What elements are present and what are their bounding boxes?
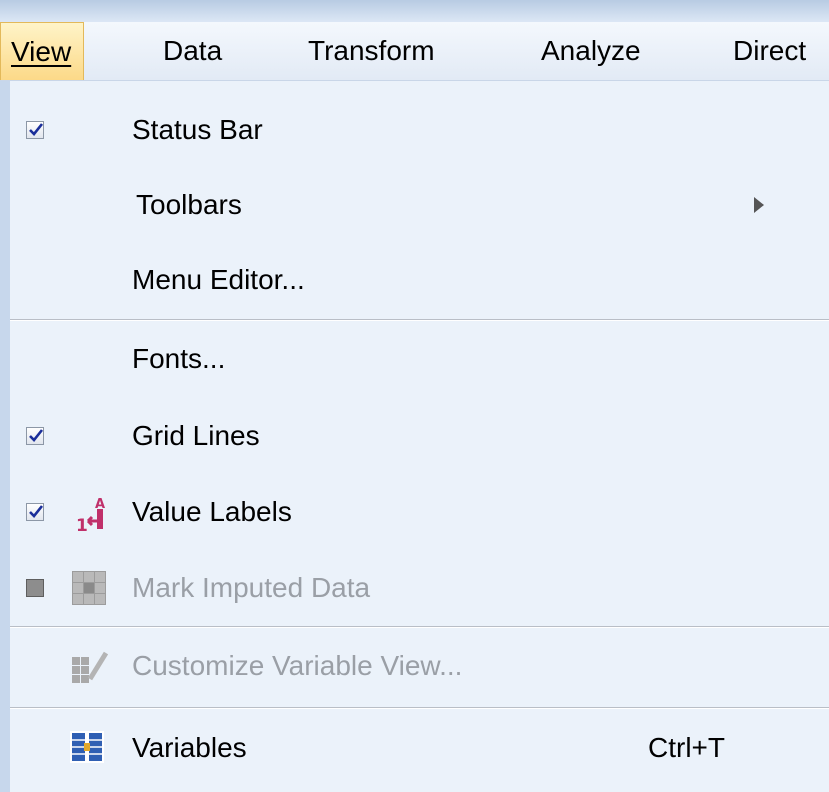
menu-separator [10, 707, 829, 709]
mark-imputed-checkbox [26, 579, 44, 597]
status-bar-checkbox [26, 121, 44, 139]
fonts-label: Fonts... [132, 343, 226, 374]
menu-view[interactable]: View [0, 22, 85, 80]
svg-text:A: A [95, 497, 105, 512]
menu-item-value-labels[interactable]: 1 A Value Labels [10, 477, 829, 547]
menu-item-customize-variable-view[interactable]: Customize Variable View... [10, 631, 829, 701]
menu-direct-label: Direct [733, 35, 807, 66]
menu-item-status-bar[interactable]: Status Bar [10, 95, 829, 165]
menu-data[interactable]: Data [163, 22, 222, 80]
variables-shortcut: Ctrl+T [648, 732, 725, 763]
menu-item-grid-lines[interactable]: Grid Lines [10, 401, 829, 471]
customize-variable-view-label: Customize Variable View... [132, 650, 463, 681]
menu-separator [10, 626, 829, 628]
value-labels-checkbox [26, 503, 44, 521]
menu-item-fonts[interactable]: Fonts... [10, 324, 829, 394]
menu-data-label: Data [163, 35, 223, 66]
submenu-arrow-icon [754, 197, 764, 213]
menu-item-mark-imputed-data[interactable]: Mark Imputed Data [10, 553, 829, 623]
toolbars-label: Toolbars [136, 189, 242, 220]
menu-editor-label: Menu Editor... [132, 264, 305, 295]
menu-bar: View Data Transform Analyze Direct [0, 22, 829, 81]
menu-separator [10, 319, 829, 321]
value-labels-icon: 1 A [76, 495, 110, 536]
grid-lines-checkbox [26, 427, 44, 445]
view-menu-dropdown: Status Bar Toolbars Menu Editor... Fonts… [0, 81, 829, 792]
menu-analyze-label: Analyze [541, 35, 641, 66]
menu-item-toolbars[interactable]: Toolbars [10, 170, 829, 240]
menu-transform-label: Transform [308, 35, 435, 66]
customize-icon [70, 649, 109, 683]
variables-label: Variables [132, 732, 247, 763]
menu-analyze[interactable]: Analyze [541, 22, 641, 80]
svg-text:1: 1 [76, 516, 88, 535]
menu-transform[interactable]: Transform [308, 22, 435, 80]
mark-imputed-label: Mark Imputed Data [132, 572, 371, 603]
status-bar-label: Status Bar [132, 114, 263, 145]
value-labels-label: Value Labels [132, 496, 292, 527]
grid-icon [72, 571, 106, 605]
grid-lines-label: Grid Lines [132, 420, 260, 451]
variables-icon [70, 731, 104, 765]
menu-item-menu-editor[interactable]: Menu Editor... [10, 245, 829, 315]
menu-direct-marketing[interactable]: Direct [733, 22, 806, 80]
menu-item-variables[interactable]: Variables Ctrl+T [10, 713, 829, 783]
menu-view-label: View [11, 36, 72, 67]
window-title-strip [0, 0, 829, 23]
